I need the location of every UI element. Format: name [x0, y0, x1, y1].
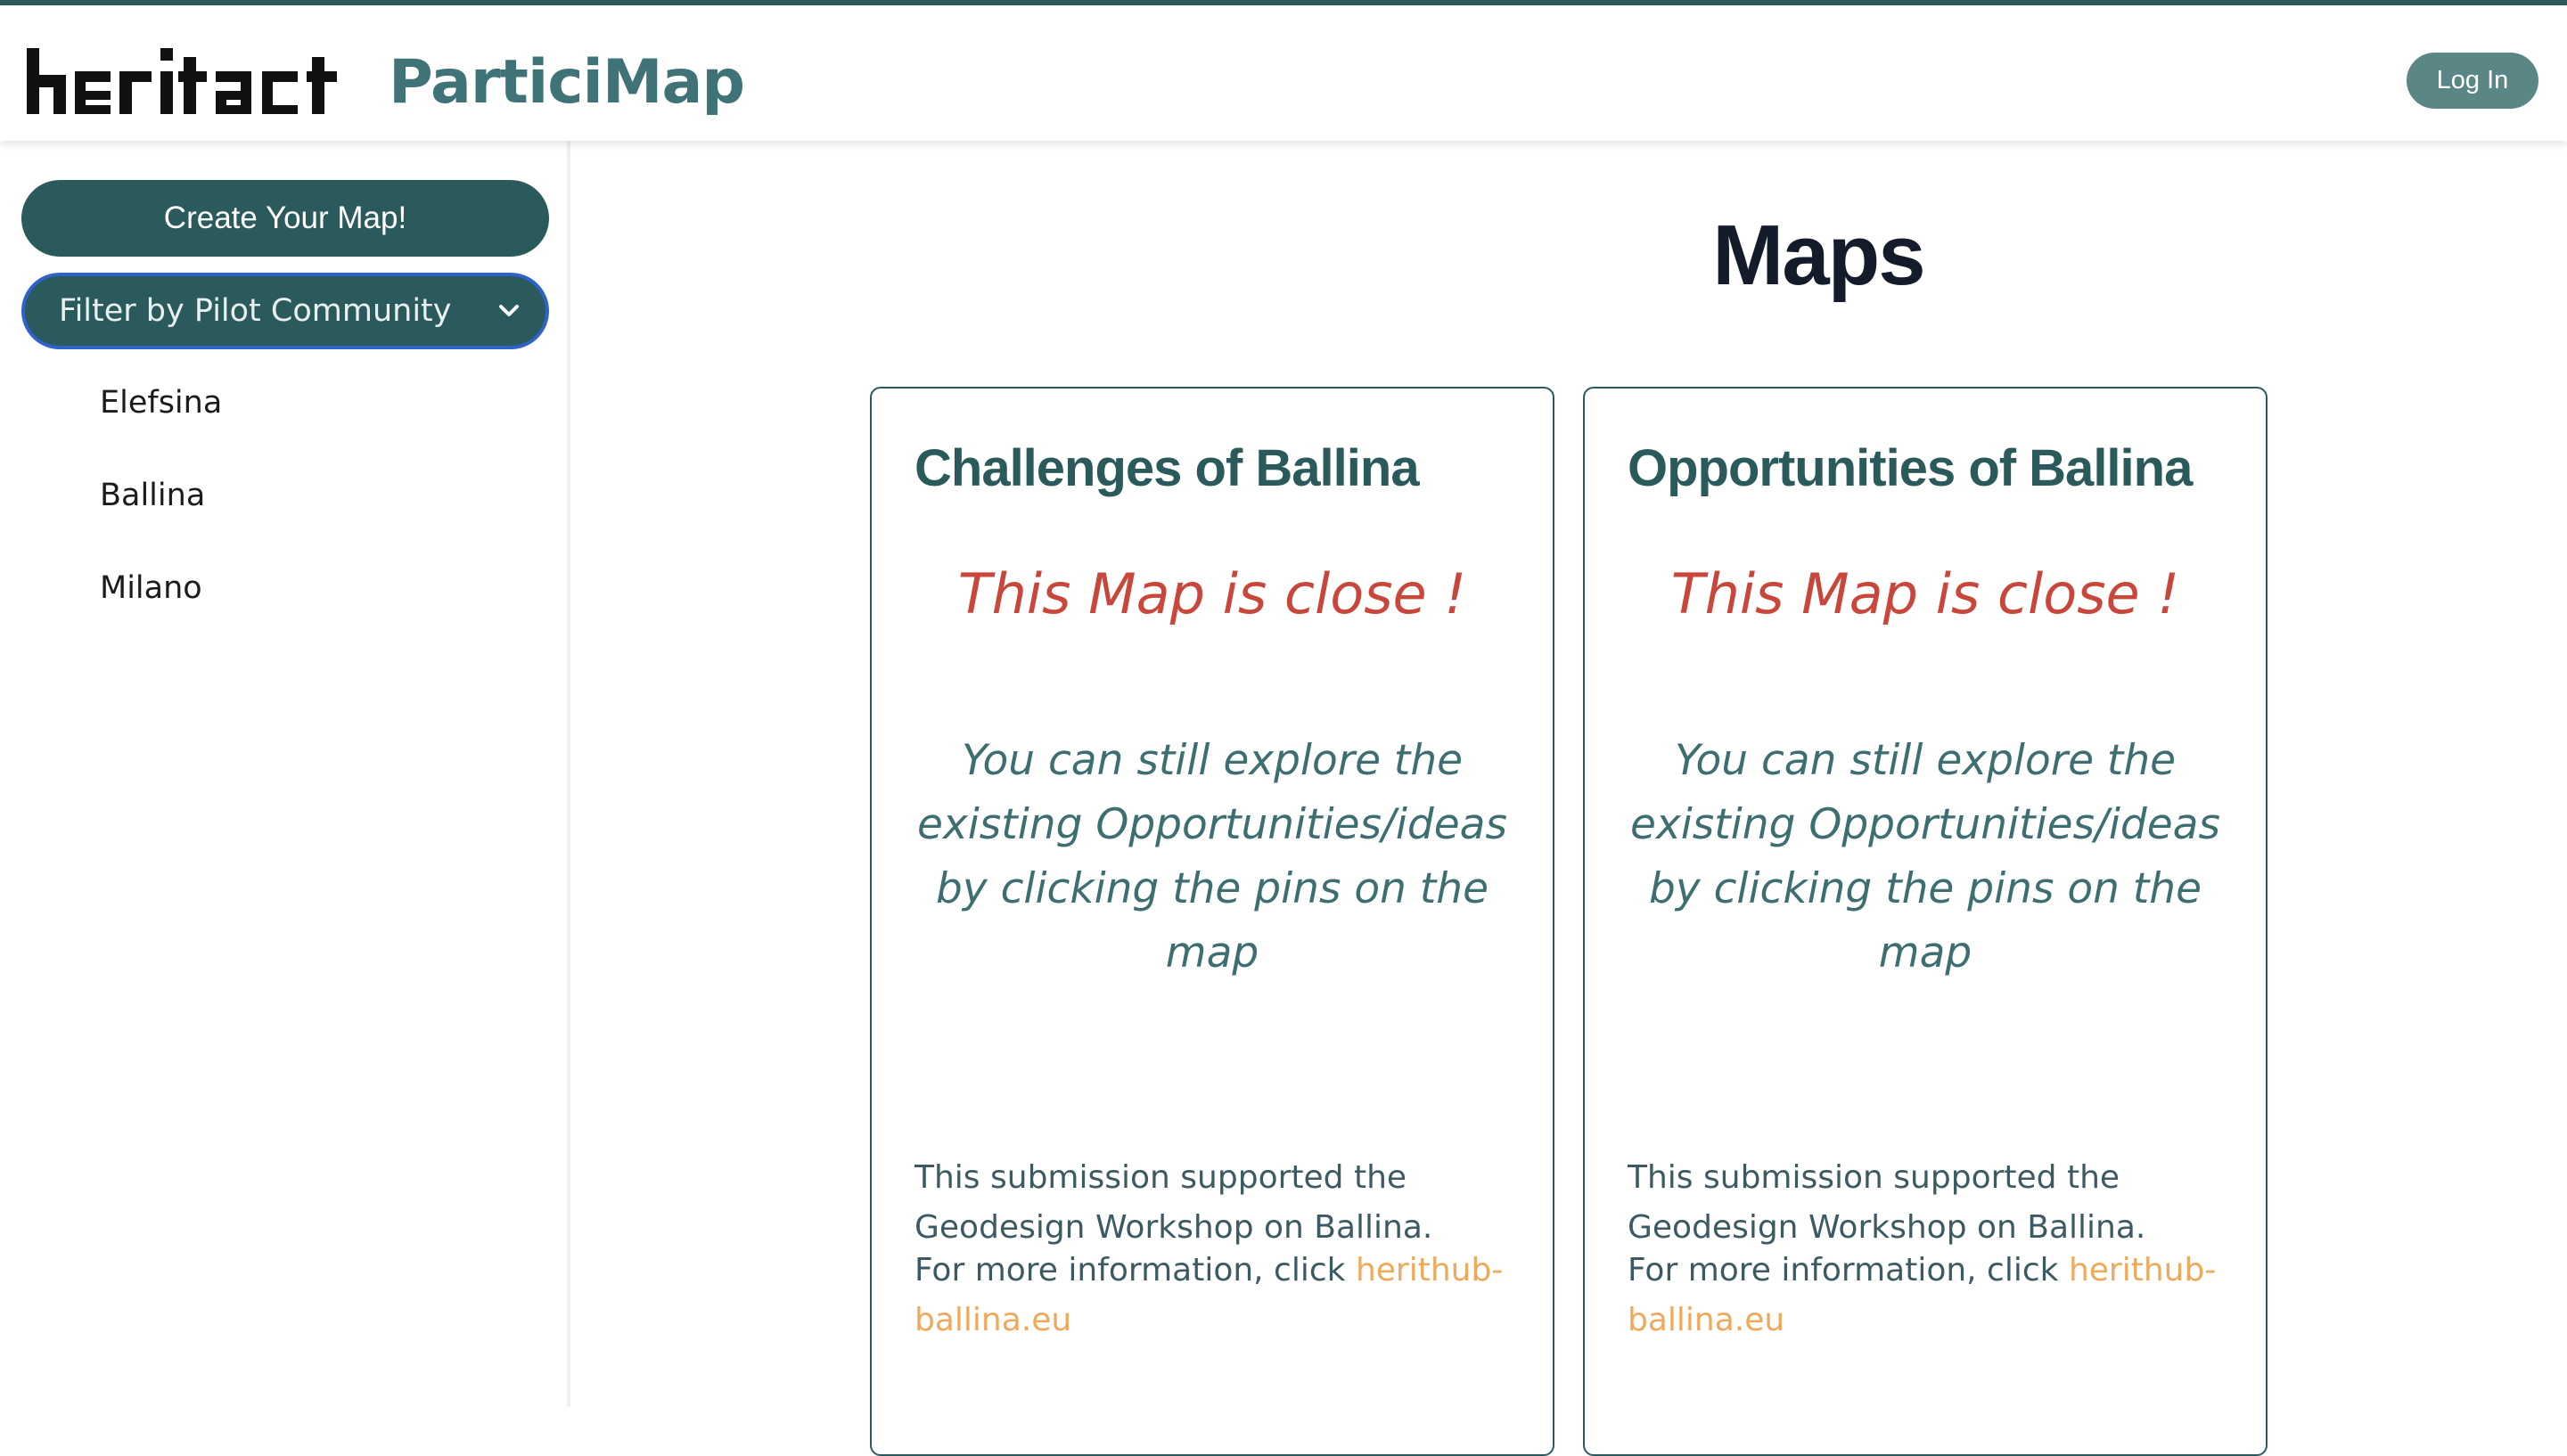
heritact-logo[interactable] — [27, 45, 365, 118]
map-closed-message: This Map is close ! — [957, 561, 1467, 626]
map-closed-message: This Map is close ! — [1670, 561, 2180, 626]
support-note: This submission supported the Geodesign … — [914, 1159, 1433, 1246]
filter-label: Filter by Pilot Community — [59, 293, 452, 329]
community-item-elefsina[interactable]: Elefsina — [100, 385, 222, 421]
chevron-down-icon — [499, 305, 519, 316]
login-button[interactable]: Log In — [2407, 53, 2538, 109]
sidebar: Create Your Map! Filter by Pilot Communi… — [0, 141, 570, 1406]
support-note: This submission supported the Geodesign … — [1628, 1159, 2146, 1246]
community-item-ballina[interactable]: Ballina — [100, 478, 205, 513]
info-note: For more information, click herithub-bal… — [914, 1246, 1521, 1346]
card-title: Opportunities of Ballina — [1628, 439, 2193, 497]
explore-message: You can still explore the existing Oppor… — [917, 736, 1507, 977]
community-item-milano[interactable]: Milano — [100, 570, 202, 606]
brand-title: ParticiMap — [389, 47, 745, 118]
page-title: Maps — [1712, 208, 1925, 303]
info-prefix: For more information, click — [914, 1252, 1356, 1288]
explore-message: You can still explore the existing Oppor… — [1630, 736, 2220, 977]
top-bar: ParticiMap Log In — [0, 0, 2567, 141]
create-map-button[interactable]: Create Your Map! — [21, 180, 549, 257]
card-title: Challenges of Ballina — [914, 439, 1420, 497]
map-card-opportunities[interactable]: Opportunities of Ballina This Map is clo… — [1583, 387, 2268, 1456]
map-card-challenges[interactable]: Challenges of Ballina This Map is close … — [870, 387, 1554, 1456]
info-prefix: For more information, click — [1628, 1252, 2069, 1288]
community-filter-dropdown[interactable]: Filter by Pilot Community — [21, 273, 549, 349]
info-note: For more information, click herithub-bal… — [1628, 1246, 2234, 1346]
